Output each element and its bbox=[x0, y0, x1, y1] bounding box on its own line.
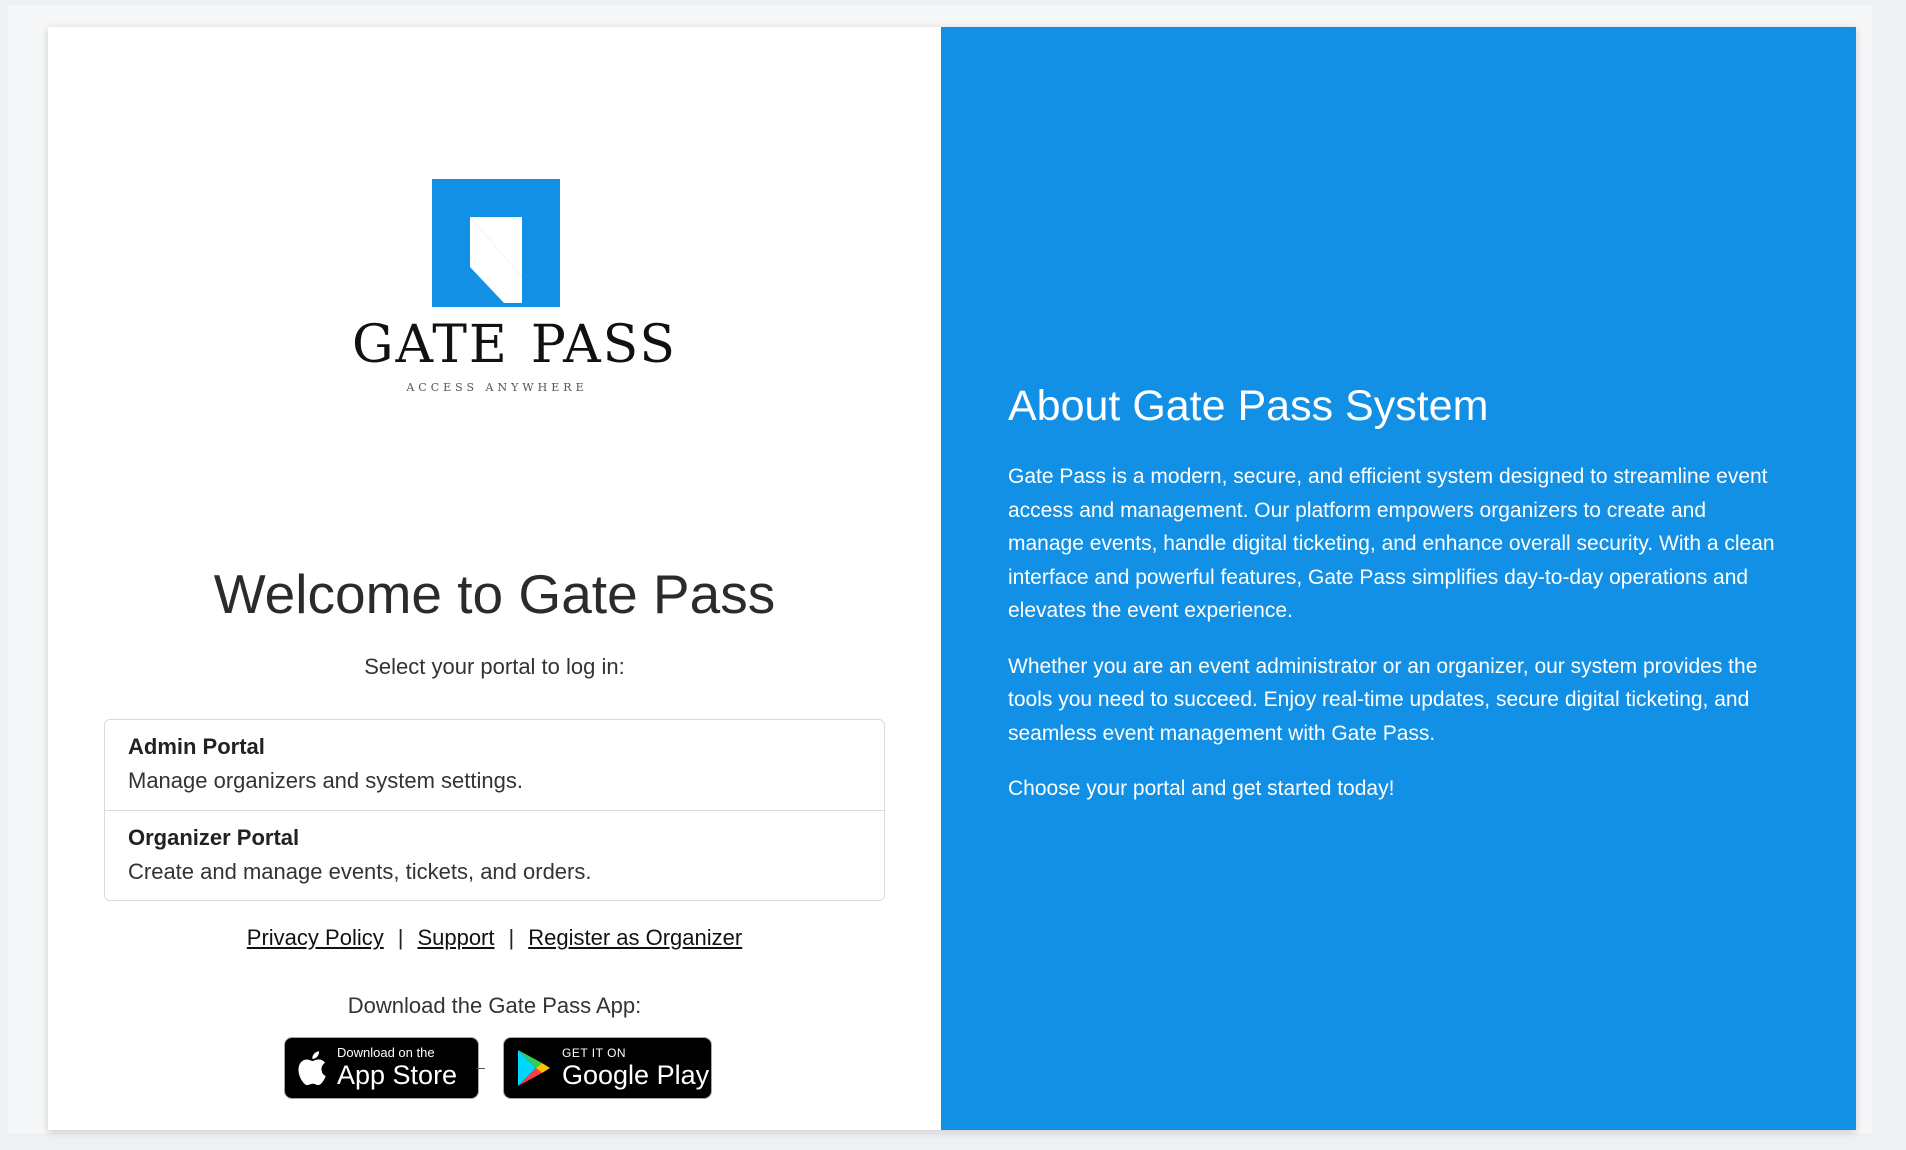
portal-select-label: Select your portal to log in: bbox=[364, 654, 625, 679]
portal-list: Admin Portal Manage organizers and syste… bbox=[104, 719, 885, 901]
portal-description: Manage organizers and system settings. bbox=[128, 768, 523, 793]
support-link[interactable]: Support bbox=[417, 925, 494, 950]
portal-description: Create and manage events, tickets, and o… bbox=[128, 859, 592, 884]
about-paragraph: Gate Pass is a modern, secure, and effic… bbox=[1008, 465, 1775, 622]
app-store-badge[interactable]: Download on the App Store bbox=[284, 1037, 479, 1099]
about-paragraph: Choose your portal and get started today… bbox=[1008, 777, 1395, 800]
organizer-portal-option[interactable]: Organizer Portal Create and manage event… bbox=[105, 810, 884, 900]
logo-tagline: ACCESS ANYWHERE bbox=[406, 381, 588, 394]
download-app-label: Download the Gate Pass App: bbox=[347, 993, 642, 1018]
google-play-icon bbox=[516, 1048, 552, 1088]
about-body: Gate Pass is a modern, secure, and effic… bbox=[1008, 460, 1786, 828]
about-title: About Gate Pass System bbox=[1008, 382, 1489, 430]
google-play-badge[interactable]: GET IT ON Google Play bbox=[503, 1037, 712, 1099]
link-separator: | bbox=[397, 925, 404, 950]
gate-pass-logo: GATE PASS ACCESS ANYWHERE bbox=[352, 179, 677, 399]
about-panel: About Gate Pass System Gate Pass is a mo… bbox=[941, 27, 1856, 1130]
register-organizer-link[interactable]: Register as Organizer bbox=[528, 925, 742, 950]
google-play-big-text: Google Play bbox=[562, 1060, 710, 1090]
page-title: Welcome to Gate Pass bbox=[213, 563, 776, 625]
about-paragraph: Whether you are an event administrator o… bbox=[1008, 654, 1758, 745]
privacy-policy-link[interactable]: Privacy Policy bbox=[247, 925, 384, 950]
footer-links: Privacy Policy | Support | Register as Organ… bbox=[48, 925, 941, 951]
admin-portal-option[interactable]: Admin Portal Manage organizers and syste… bbox=[105, 720, 884, 810]
badge-divider bbox=[477, 1067, 485, 1069]
apple-icon bbox=[297, 1050, 327, 1086]
gate-pass-logo-icon bbox=[432, 179, 560, 307]
google-play-small-text: GET IT ON bbox=[562, 1046, 627, 1060]
app-store-big-text: App Store bbox=[337, 1060, 458, 1090]
app-store-small-text: Download on the bbox=[337, 1045, 435, 1060]
logo-wordmark: GATE PASS bbox=[352, 315, 677, 375]
login-card: GATE PASS ACCESS ANYWHERE Welcome to Gate… bbox=[48, 27, 1856, 1130]
portal-name: Admin Portal bbox=[128, 734, 265, 759]
welcome-panel: GATE PASS ACCESS ANYWHERE Welcome to Gate… bbox=[48, 27, 941, 1130]
store-badges: Download on the App Store GET IT ON Goog… bbox=[284, 1036, 714, 1100]
link-separator: | bbox=[508, 925, 515, 950]
portal-name: Organizer Portal bbox=[128, 825, 300, 850]
